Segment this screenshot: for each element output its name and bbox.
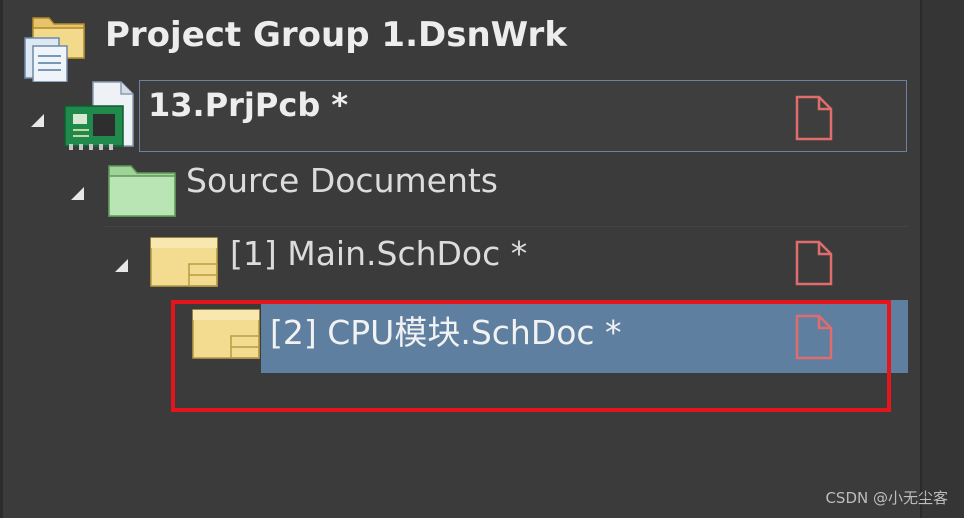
row-divider xyxy=(103,226,908,227)
pcb-project-label: 13.PrjPcb * xyxy=(148,86,349,124)
project-group-label: Project Group 1.DsnWrk xyxy=(105,15,567,55)
expand-arrow-icon[interactable] xyxy=(115,259,128,272)
main-schdoc-label: [1] Main.SchDoc * xyxy=(230,234,528,273)
vertical-scrollbar[interactable] xyxy=(920,0,964,518)
expand-arrow-icon[interactable] xyxy=(71,187,84,200)
source-documents-label: Source Documents xyxy=(186,161,498,200)
projects-panel: Project Group 1.DsnWrk 13.PrjPcb * Sourc… xyxy=(0,0,920,518)
schematic-doc-icon xyxy=(150,237,218,287)
document-modified-icon xyxy=(795,240,833,286)
project-group-icon xyxy=(24,17,85,82)
annotation-highlight-box xyxy=(171,300,891,412)
expand-arrow-icon[interactable] xyxy=(31,114,44,127)
document-modified-icon xyxy=(795,95,833,141)
watermark: CSDN @小无尘客 xyxy=(825,489,948,507)
folder-icon xyxy=(108,165,176,217)
pcb-project-icon xyxy=(64,81,134,150)
